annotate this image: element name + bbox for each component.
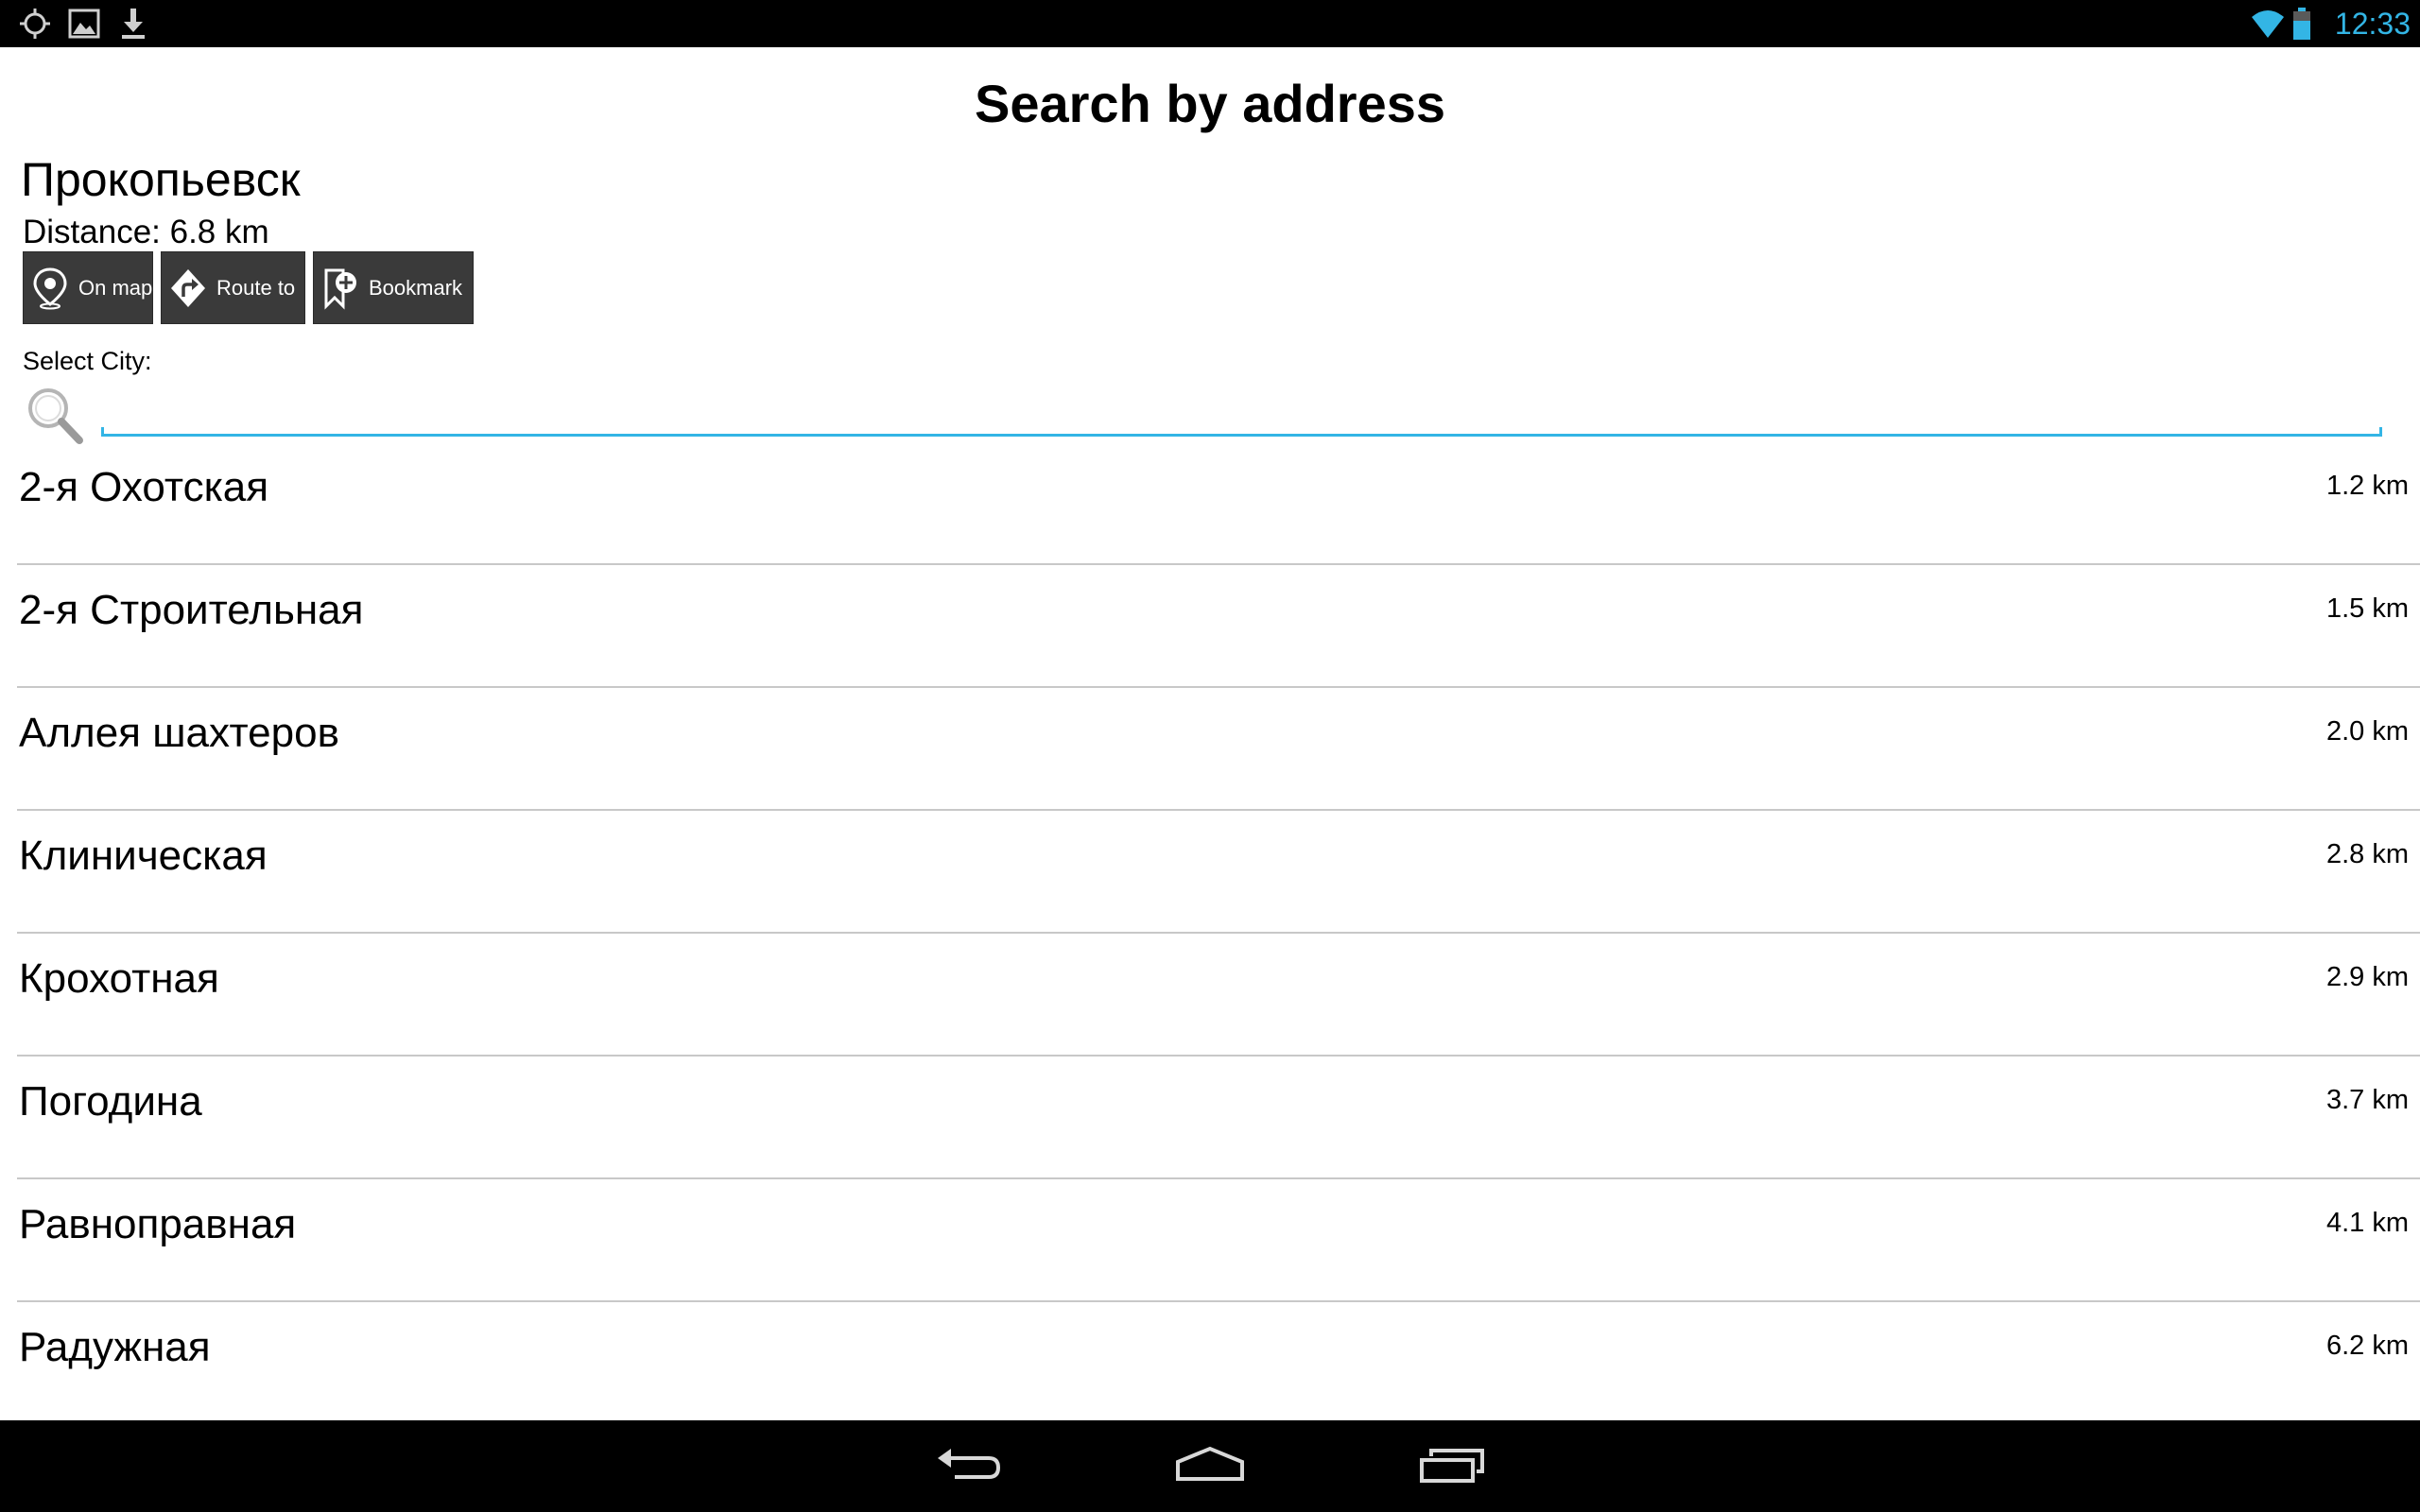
list-item[interactable]: Крохотная 2.9 km <box>17 934 2420 1057</box>
street-distance: 3.7 km <box>2325 1085 2409 1115</box>
street-name: Радужная <box>19 1324 211 1370</box>
list-item[interactable]: Аллея шахтеров 2.0 km <box>17 688 2420 811</box>
on-map-label: On map <box>78 275 153 300</box>
route-to-button[interactable]: Route to <box>161 251 305 324</box>
street-name: Клиническая <box>19 833 268 879</box>
recent-apps-icon[interactable] <box>1414 1437 1490 1494</box>
status-bar: 12:33 <box>0 0 2420 47</box>
map-pin-icon <box>33 266 67 309</box>
battery-icon <box>2293 8 2310 40</box>
navigation-bar <box>0 1420 2420 1512</box>
list-item[interactable]: 2-я Охотская 1.2 km <box>17 442 2420 565</box>
street-name: Погодина <box>19 1078 202 1125</box>
route-icon <box>171 268 205 307</box>
list-item[interactable]: Радужная 6.2 km <box>17 1302 2420 1423</box>
screen: 12:33 Search by address Прокопьевск Dist… <box>0 0 2420 1512</box>
home-icon[interactable] <box>1172 1437 1248 1494</box>
street-name: Крохотная <box>19 955 219 1002</box>
street-list: 2-я Охотская 1.2 km 2-я Строительная 1.5… <box>0 442 2420 1423</box>
clock: 12:33 <box>2334 7 2411 41</box>
street-distance: 1.2 km <box>2325 471 2409 501</box>
street-name: Аллея шахтеров <box>19 710 339 756</box>
street-name: Равноправная <box>19 1201 297 1247</box>
distance-label: Distance: 6.8 km <box>23 214 269 250</box>
list-item[interactable]: Погодина 3.7 km <box>17 1057 2420 1179</box>
search-icon <box>28 388 83 444</box>
street-name: 2-я Охотская <box>19 464 269 510</box>
wifi-icon <box>2252 10 2284 38</box>
street-name: 2-я Строительная <box>19 587 364 633</box>
street-distance: 2.9 km <box>2325 962 2409 992</box>
bookmark-button[interactable]: Bookmark <box>313 251 474 324</box>
route-to-label: Route to <box>216 275 296 300</box>
list-item[interactable]: 2-я Строительная 1.5 km <box>17 565 2420 688</box>
back-icon[interactable] <box>930 1437 1006 1494</box>
bookmark-add-icon <box>324 268 356 310</box>
street-distance: 1.5 km <box>2325 593 2409 624</box>
gps-icon <box>20 9 50 39</box>
street-distance: 4.1 km <box>2325 1208 2409 1238</box>
page-title: Search by address <box>974 74 1446 133</box>
on-map-button[interactable]: On map <box>23 251 153 324</box>
list-item[interactable]: Равноправная 4.1 km <box>17 1179 2420 1302</box>
select-city-label: Select City: <box>23 347 152 375</box>
street-distance: 6.2 km <box>2325 1331 2409 1361</box>
list-item[interactable]: Клиническая 2.8 km <box>17 811 2420 934</box>
street-distance: 2.8 km <box>2325 839 2409 869</box>
street-distance: 2.0 km <box>2325 716 2409 747</box>
city-search-input[interactable] <box>100 387 2386 438</box>
search-input-underline <box>101 427 2382 437</box>
city-name: Прокопьевск <box>21 153 301 206</box>
download-icon <box>122 9 145 39</box>
gallery-icon <box>68 9 100 39</box>
bookmark-label: Bookmark <box>369 275 463 300</box>
